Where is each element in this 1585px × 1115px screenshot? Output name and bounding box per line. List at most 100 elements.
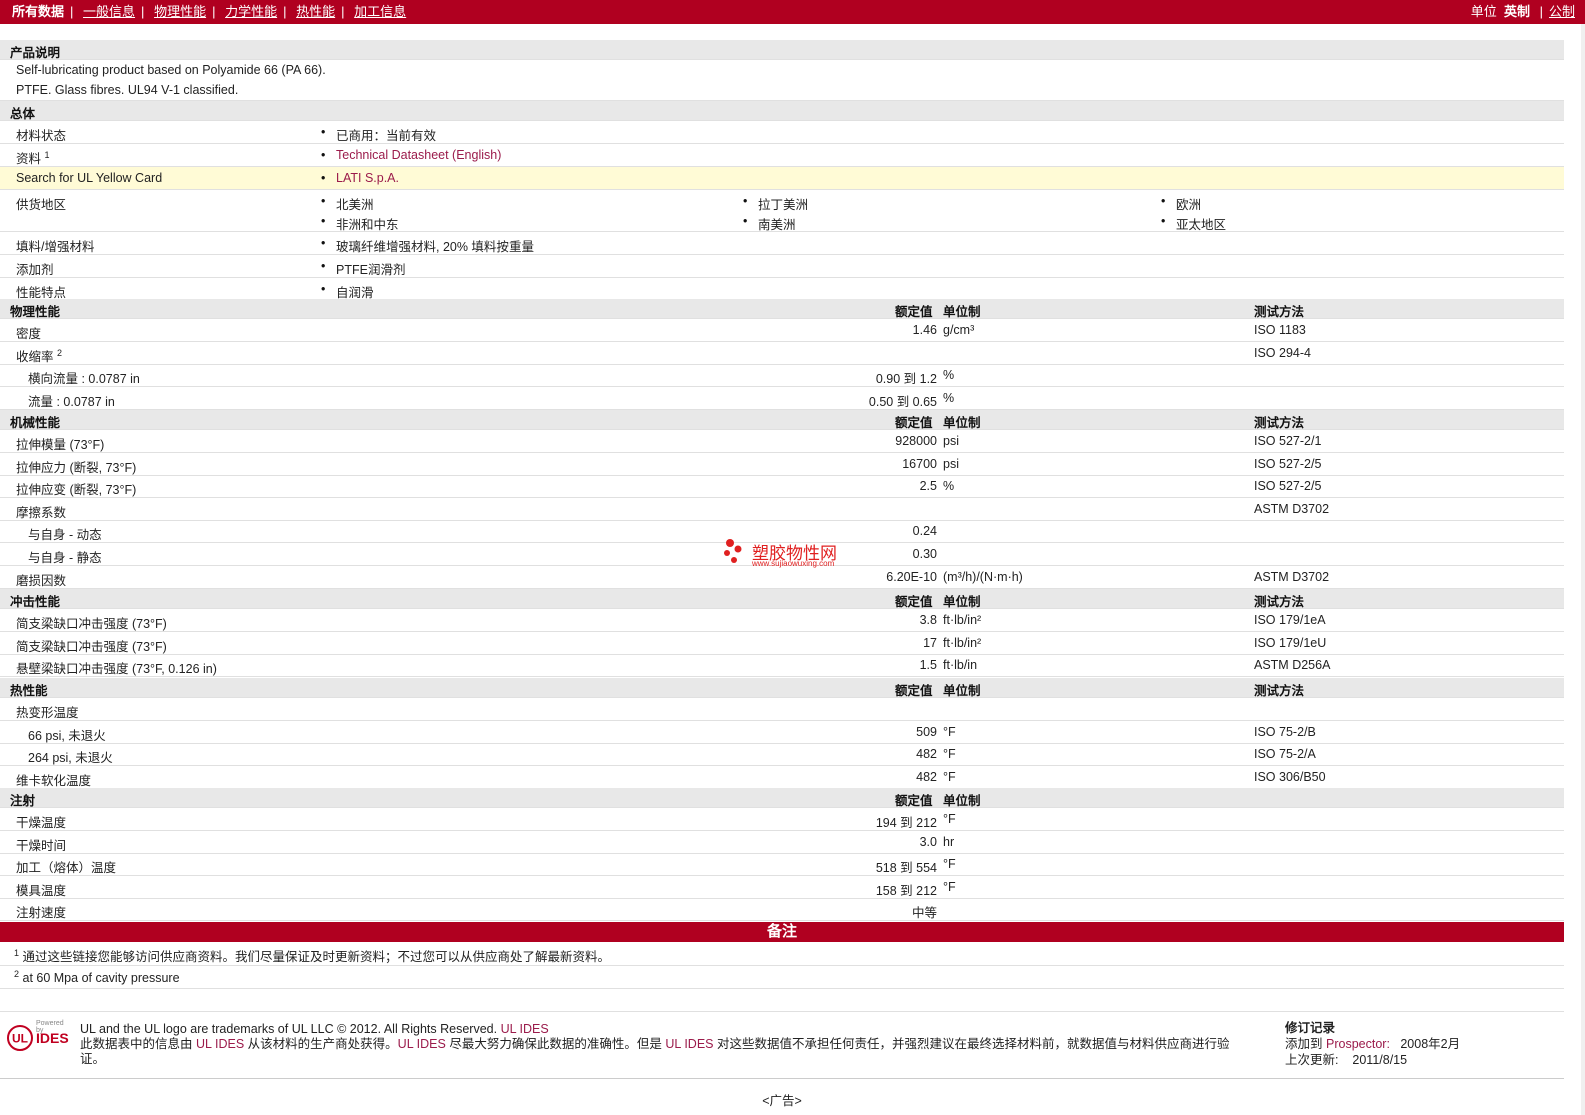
property-value: 16700 [902,457,937,471]
row-label: Search for UL Yellow Card [16,171,163,185]
property-row: 264 psi, 未退火 482 °F ISO 75-2/A [0,743,1564,766]
property-label: 磨损因数 [16,574,67,588]
property-unit: % [943,368,955,382]
section-nav: 所有数据 | 一般信息 | 物理性能 | 力学性能 | 热性能 | 加工信息 [12,4,407,19]
nav-thermal[interactable]: 热性能 [296,4,335,19]
property-unit: psi [943,434,959,448]
description-line-1: Self-lubricating product based on Polyam… [16,63,326,77]
watermark-url: www.sujiaowuxing.com [752,559,835,568]
property-label: 简支梁缺口冲击强度 (73°F) [16,640,167,654]
property-row: 拉伸模量 (73°F) 928000 psi ISO 527-2/1 [0,430,1564,453]
property-unit: % [943,391,955,405]
col-header-unit: 单位制 [943,684,981,698]
property-value: 0.24 [912,524,937,538]
property-unit: % [943,479,955,493]
property-value: 928000 [895,434,937,448]
region-item: 北美洲 [321,194,373,213]
property-value: 0.90 到 1.2 [875,372,937,386]
row-regions: 供货地区 北美洲 拉丁美洲 欧洲 非洲和中东 南美洲 亚太地区 [0,190,1564,232]
property-value: 0.50 到 0.65 [868,395,937,409]
col-header-unit: 单位制 [943,305,981,319]
row-value: PTFE润滑剂 [321,259,406,278]
property-value: 482 [916,747,937,761]
property-unit: °F [943,812,956,826]
property-value: 158 到 212 [875,884,937,898]
section-title: 物理性能 [10,305,61,319]
section-physical: 物理性能 额定值 单位制 测试方法 [0,299,1564,319]
spacer-row [0,989,1564,1012]
property-label: 热变形温度 [16,706,79,720]
supplier-link[interactable]: LATI S.p.A. [321,171,399,185]
product-description: Self-lubricating product based on Polyam… [0,60,1564,101]
property-label: 维卡软化温度 [16,774,92,788]
test-method: ASTM D256A [1254,658,1331,672]
col-header-nominal: 额定值 [895,595,933,609]
top-nav-bar: 所有数据 | 一般信息 | 物理性能 | 力学性能 | 热性能 | 加工信息 单位 英制 … [0,0,1585,24]
property-label: 注射速度 [16,906,67,920]
row-material-status: 材料状态 已商用：当前有效 [0,121,1564,144]
note-text: 通过这些链接您能够访问供应商资料。我们尽量保证及时更新资料；不过您可以从供应商处… [22,950,611,964]
property-value: 518 到 554 [875,861,937,875]
col-header-nominal: 额定值 [895,416,933,430]
region-item: 欧洲 [1161,194,1201,213]
nav-general-info[interactable]: 一般信息 [83,4,135,19]
property-value: 3.0 [919,835,937,849]
property-label: 拉伸应变 (断裂, 73°F) [16,483,137,497]
revision-title: 修订记录 [1285,1021,1336,1035]
section-thermal: 热性能 额定值 单位制 测试方法 [0,678,1564,698]
property-label: 与自身 - 动态 [28,528,102,542]
section-title: 总体 [10,107,36,121]
property-unit: °F [943,770,956,784]
property-row: 干燥温度 194 到 212 °F [0,808,1564,831]
property-label: 66 psi, 未退火 [28,729,106,743]
property-unit: hr [943,835,955,849]
property-value: 中等 [911,906,937,920]
row-value: 玻璃纤维增强材料, 20% 填料按重量 [321,236,534,255]
test-method: ISO 179/1eU [1254,636,1327,650]
section-title: 产品说明 [10,46,61,60]
property-row: 热变形温度 [0,698,1564,721]
region-item: 亚太地区 [1161,214,1226,233]
nav-mechanical[interactable]: 力学性能 [225,4,277,19]
nav-physical[interactable]: 物理性能 [154,4,206,19]
property-row: 流量 : 0.0787 in 0.50 到 0.65% [0,387,1564,410]
property-label: 干燥时间 [16,839,67,853]
property-value: 1.5 [919,658,937,672]
technical-datasheet-link[interactable]: Technical Datasheet (English) [321,148,501,162]
unit-switcher: 单位 英制 | 公制 [1470,4,1575,19]
row-features: 性能特点 自润滑 [0,278,1564,301]
property-label: 加工（熔体）温度 [16,861,117,875]
footer-disclaimer: UL and the UL logo are trademarks of UL … [80,1022,1230,1066]
test-method: ISO 1183 [1254,323,1306,337]
test-method: ASTM D3702 [1254,570,1330,584]
units-metric-link[interactable]: 公制 [1549,4,1575,19]
property-row: 密度 1.46 g/cm³ ISO 1183 [0,319,1564,342]
test-method: ASTM D3702 [1254,502,1330,516]
section-title: 热性能 [10,684,48,698]
property-label: 拉伸应力 (断裂, 73°F) [16,461,137,475]
note-1: 1 通过这些链接您能够访问供应商资料。我们尽量保证及时更新资料；不过您可以从供应… [0,943,1564,966]
svg-text:UL: UL [12,1032,28,1046]
col-header-unit: 单位制 [943,416,981,430]
property-label: 横向流量 : 0.0787 in [28,372,140,386]
property-row: 简支梁缺口冲击强度 (73°F) 17 ft·lb/in² ISO 179/1eU [0,632,1564,655]
scrollbar[interactable] [1581,24,1585,1115]
row-additive: 添加剂 PTFE润滑剂 [0,255,1564,278]
note-text: at 60 Mpa of cavity pressure [22,971,180,986]
ul-ides-link[interactable]: UL IDES [501,1022,549,1036]
ul-ides-logo: Powered by UL IDES [6,1020,72,1054]
region-item: 南美洲 [743,214,795,233]
col-header-method: 测试方法 [1254,416,1305,430]
nav-processing[interactable]: 加工信息 [354,4,406,19]
test-method: ISO 527-2/5 [1254,479,1322,493]
property-value: 0.30 [912,547,937,561]
prospector-link[interactable]: Prospector: [1326,1037,1390,1051]
ad-label: <广告> [762,1094,802,1108]
units-label: 单位 [1470,4,1497,19]
section-title: 机械性能 [10,416,61,430]
nav-all-data[interactable]: 所有数据 [12,4,64,19]
property-label: 流量 : 0.0787 in [28,395,115,409]
test-method: ISO 527-2/5 [1254,457,1322,471]
property-unit: ft·lb/in² [943,636,982,650]
property-unit: °F [943,880,956,894]
